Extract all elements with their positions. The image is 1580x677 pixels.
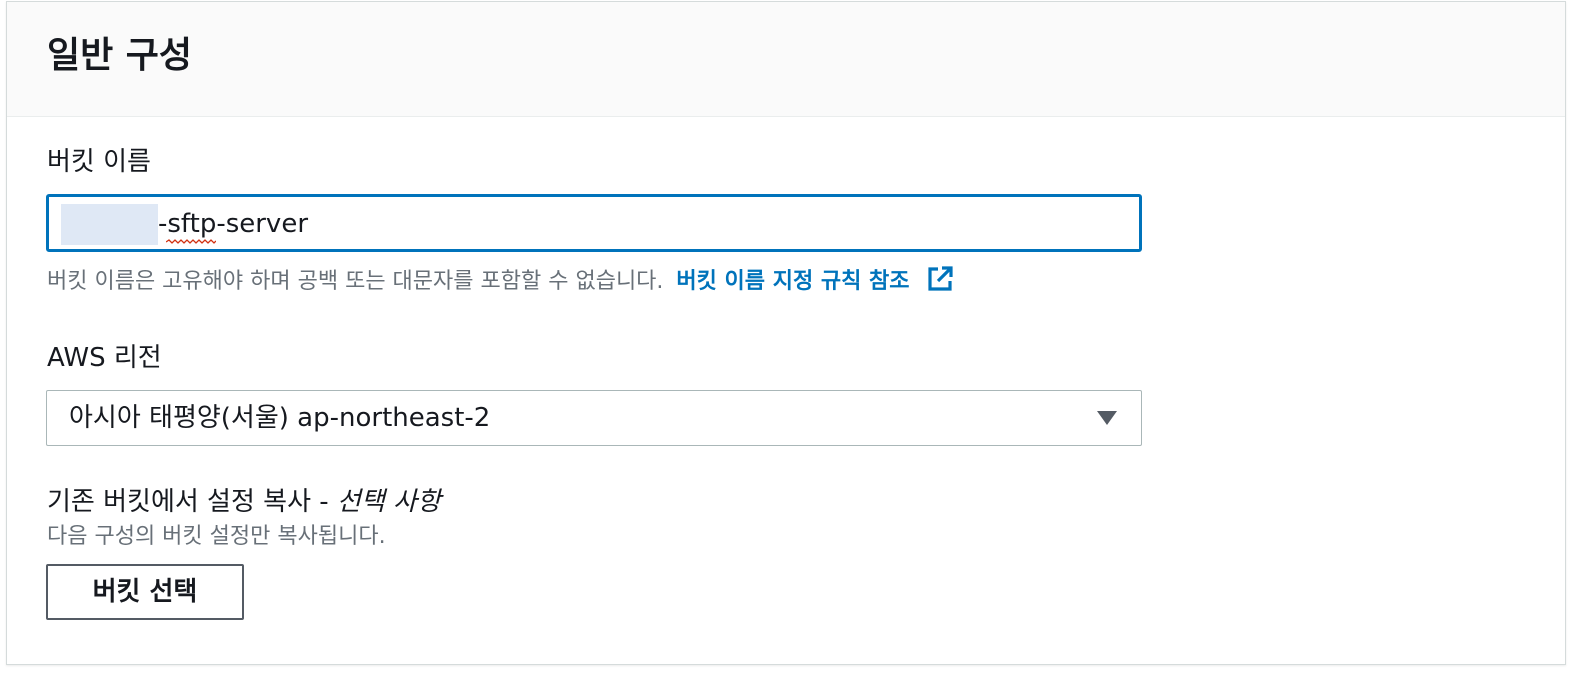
- bucket-name-input[interactable]: -sftp-server: [46, 194, 1142, 252]
- redacted-text: [61, 204, 158, 245]
- copy-settings-label: 기존 버킷에서 설정 복사 - 선택 사항: [47, 486, 441, 518]
- caret-down-icon: [1097, 411, 1117, 425]
- aws-region-selected-value: 아시아 태평양(서울) ap-northeast-2: [69, 403, 491, 433]
- naming-rules-link[interactable]: 버킷 이름 지정 규칙 참조: [676, 266, 955, 294]
- aws-region-select[interactable]: 아시아 태평양(서울) ap-northeast-2: [46, 390, 1142, 446]
- copy-settings-description: 다음 구성의 버킷 설정만 복사됩니다.: [47, 524, 386, 549]
- bucket-name-hint-text: 버킷 이름은 고유해야 하며 공백 또는 대문자를 포함할 수 없습니다.: [47, 269, 664, 294]
- external-link-icon: [928, 266, 953, 291]
- aws-region-label: AWS 리전: [47, 343, 162, 373]
- spellcheck-underline: [166, 239, 216, 244]
- general-configuration-panel: 일반 구성 버킷 이름 -sftp-server 버킷 이름은 고유해야 하며 …: [6, 1, 1566, 665]
- choose-bucket-button[interactable]: 버킷 선택: [46, 564, 244, 620]
- bucket-name-value: -sftp-server: [158, 209, 309, 239]
- copy-settings-label-text: 기존 버킷에서 설정 복사 -: [47, 487, 329, 517]
- bucket-name-hint: 버킷 이름은 고유해야 하며 공백 또는 대문자를 포함할 수 없습니다. 버킷…: [47, 264, 955, 297]
- naming-rules-link-label: 버킷 이름 지정 규칙 참조: [676, 269, 910, 294]
- panel-title: 일반 구성: [47, 35, 193, 76]
- optional-tag: 선택 사항: [336, 487, 441, 517]
- bucket-name-label: 버킷 이름: [47, 147, 151, 177]
- choose-bucket-button-label: 버킷 선택: [92, 577, 198, 607]
- panel-header: 일반 구성: [7, 2, 1565, 117]
